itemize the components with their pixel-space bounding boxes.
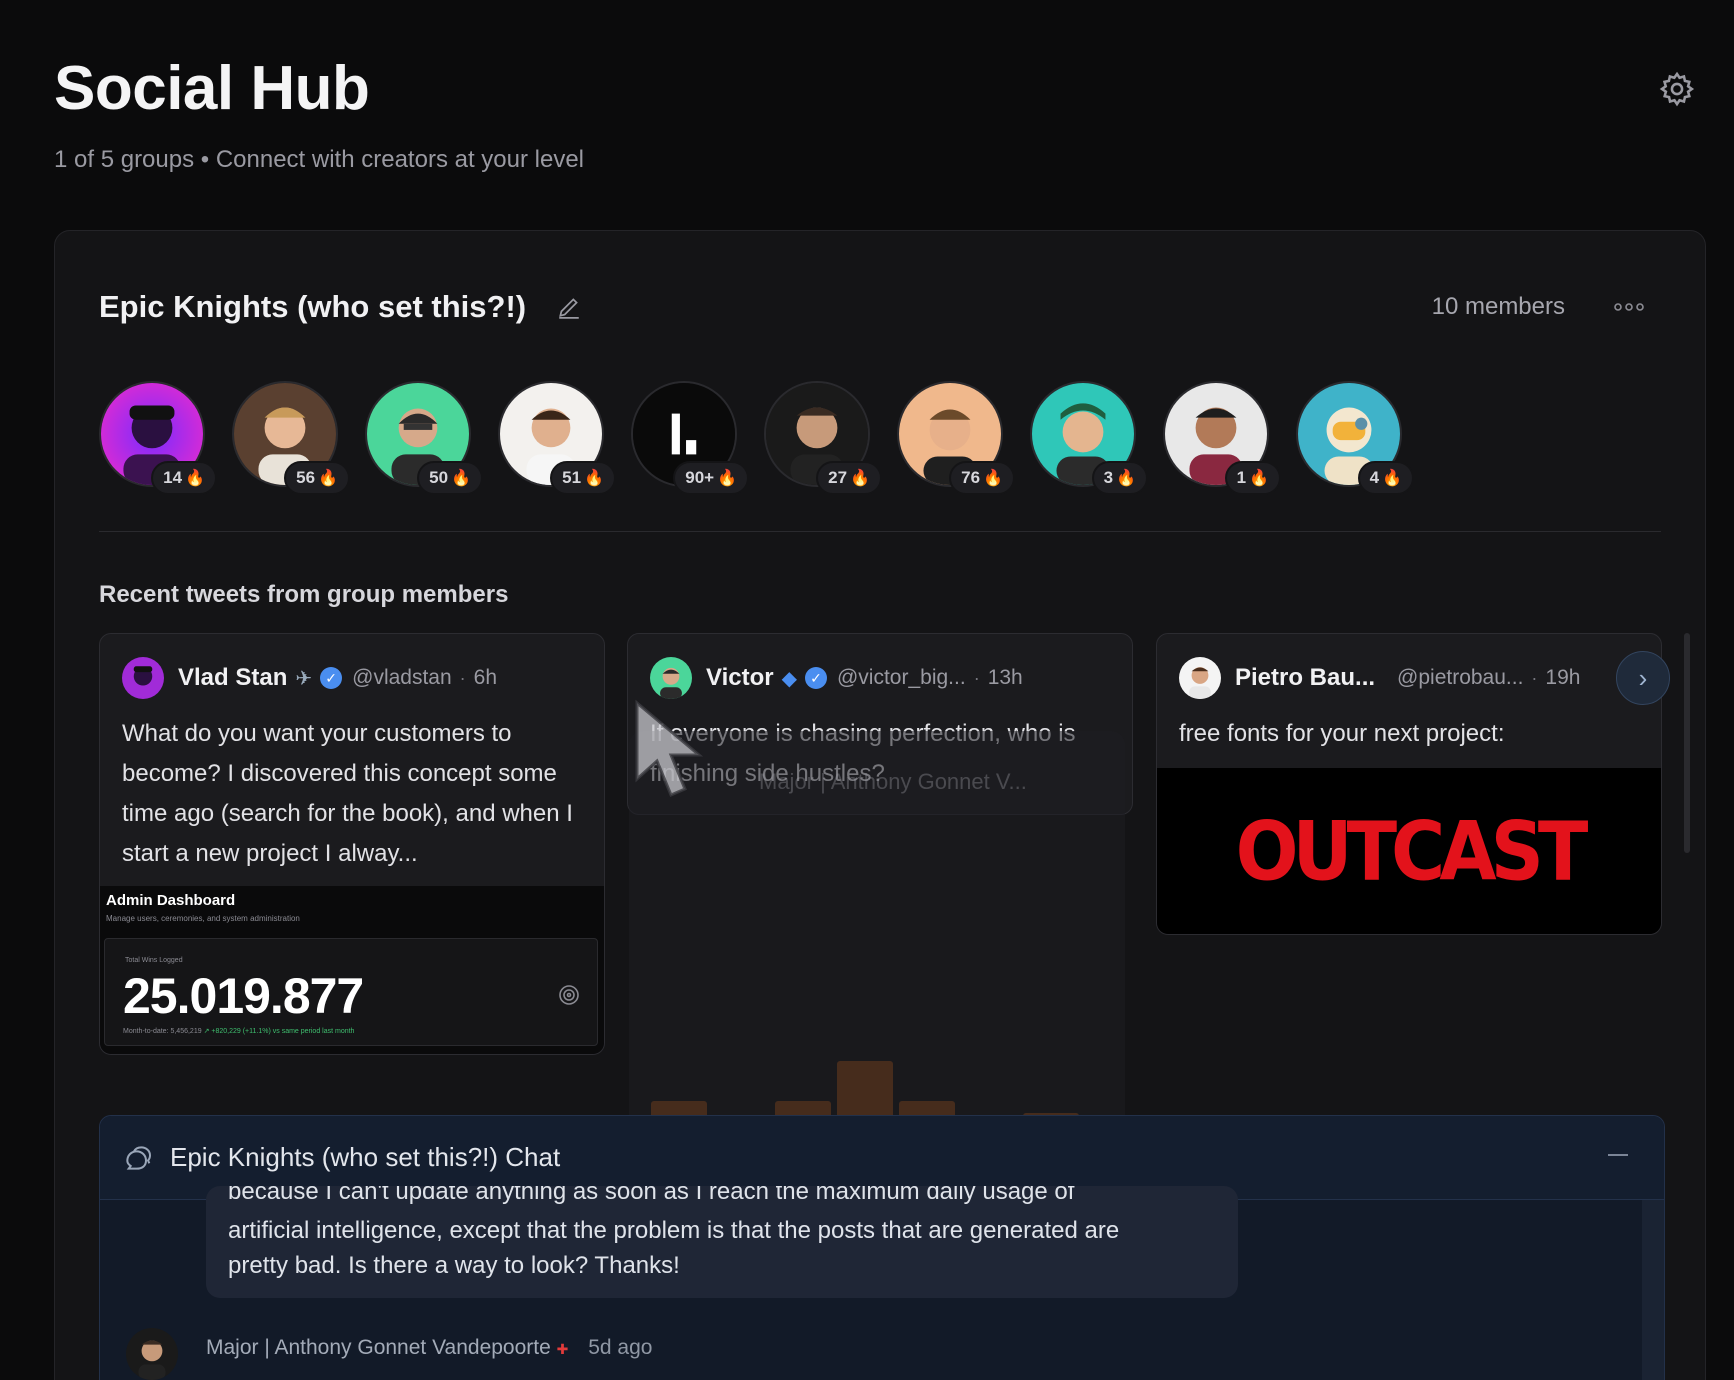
streak-badge: 51 🔥 [550, 461, 616, 495]
streak-badge: 3 🔥 [1091, 461, 1148, 495]
member-avatar[interactable]: 27 🔥 [764, 381, 882, 495]
member-avatar[interactable]: 1 🔥 [1163, 381, 1281, 495]
page-subtitle: 1 of 5 groups • Connect with creators at… [54, 146, 585, 173]
member-avatar[interactable]: 56 🔥 [232, 381, 350, 495]
member-avatar[interactable]: 50 🔥 [365, 381, 483, 495]
page-header: Social Hub 1 of 5 groups • Connect with … [54, 58, 584, 174]
tweet-header: Vlad Stan ✈ ✓ @vladstan · 6h [100, 634, 604, 700]
chevron-right-icon: › [1638, 662, 1648, 693]
member-avatar[interactable]: 4 🔥 [1296, 381, 1414, 495]
dashboard-metric-card: Total Wins Logged 25.019.877 Month-to-da… [104, 938, 598, 1046]
metric-label: Total Wins Logged [125, 957, 183, 964]
flame-icon: 🔥 [451, 470, 471, 487]
tweet-author-name[interactable]: Vlad Stan [178, 664, 287, 692]
pencil-icon[interactable] [556, 294, 582, 320]
group-header: Epic Knights (who set this?!) 10 members [99, 287, 1655, 327]
tweet-header: Pietro Bau... @pietrobau... · 19h [1157, 634, 1661, 700]
streak-badge: 76 🔥 [949, 461, 1015, 495]
streak-badge: 14 🔥 [151, 461, 217, 495]
flame-icon: 🔥 [1249, 470, 1269, 487]
member-avatar-row: 14 🔥 56 🔥 50 🔥 51 🔥 90+ 🔥 27 🔥 76 🔥 3 🔥 … [99, 381, 1414, 495]
chat-message-time: 5d ago [588, 1336, 653, 1359]
avatar [122, 657, 164, 699]
flame-icon: 🔥 [1116, 470, 1136, 487]
target-icon [559, 985, 579, 1005]
group-chat-panel: Epic Knights (who set this?!) Chat becau… [99, 1115, 1665, 1380]
chat-scrollbar[interactable] [1642, 1200, 1664, 1380]
tweet-time: 6h [473, 666, 498, 689]
tweet-media-image[interactable]: OUTCAST [1157, 768, 1661, 934]
flame-icon: 🔥 [983, 470, 1003, 487]
tweet-text: What do you want your customers to becom… [122, 720, 573, 867]
tweet-text: free fonts for your next project: [1179, 720, 1505, 747]
group-card: Epic Knights (who set this?!) 10 members… [54, 230, 1706, 1380]
tweet-handle[interactable]: @pietrobau... [1397, 666, 1523, 690]
separator-dot: · [1531, 667, 1538, 688]
tweet-card[interactable]: Vlad Stan ✈ ✓ @vladstan · 6h What do you… [99, 633, 605, 1055]
verified-icon: ✓ [804, 667, 827, 689]
flame-icon: 🔥 [318, 470, 338, 487]
member-avatar[interactable]: 14 🔥 [99, 381, 217, 495]
streak-badge: 90+ 🔥 [673, 461, 749, 495]
more-options-icon[interactable] [1613, 297, 1645, 317]
avatar[interactable] [126, 1328, 178, 1380]
tweet-time: 19h [1545, 666, 1581, 689]
separator-dot: · [973, 667, 980, 688]
mouse-cursor-icon [635, 699, 704, 797]
verified-icon: ✓ [320, 667, 343, 689]
member-avatar[interactable]: 90+ 🔥 [631, 381, 749, 495]
chat-message-text: pretty bad. Is there a way to look? Than… [228, 1252, 680, 1279]
avatar [1179, 657, 1221, 699]
chat-message-text-partial: because I can't update anything as soon … [228, 1186, 1075, 1205]
metric-value: 25.019.877 [123, 968, 364, 1024]
chat-title: Epic Knights (who set this?!) Chat [170, 1142, 561, 1172]
streak-badge: 4 🔥 [1357, 461, 1414, 495]
divider [99, 531, 1661, 532]
flame-icon: 🔥 [1382, 470, 1402, 487]
streak-badge: 1 🔥 [1224, 461, 1281, 495]
flame-icon: 🔥 [717, 470, 737, 487]
group-name: Epic Knights (who set this?!) [99, 289, 527, 324]
dashboard-title: Admin Dashboard [106, 892, 236, 909]
recent-tweets-label: Recent tweets from group members [99, 581, 509, 608]
flame-icon: 🔥 [850, 470, 870, 487]
avatar [650, 657, 692, 699]
satellite-icon: ✈ [295, 667, 313, 690]
gear-icon[interactable] [1658, 70, 1696, 108]
chat-message-meta: Major | Anthony Gonnet Vandepoorte ✚ 5d … [206, 1336, 652, 1360]
members-count[interactable]: 10 members [1432, 293, 1565, 321]
flame-icon: 🔥 [584, 470, 604, 487]
streak-badge: 27 🔥 [816, 461, 882, 495]
chat-message-text: artificial intelligence, except that the… [228, 1217, 1120, 1244]
carousel-next-button[interactable]: › [1616, 651, 1670, 705]
member-avatar[interactable]: 51 🔥 [498, 381, 616, 495]
swiss-flag-icon: ✚ [556, 1341, 569, 1357]
cap-icon: ◆ [781, 667, 797, 690]
tweet-author-name[interactable]: Victor [706, 664, 774, 692]
streak-badge: 50 🔥 [417, 461, 483, 495]
chat-message-bubble: because I can't update anything as soon … [206, 1186, 1238, 1298]
carousel-scrollbar[interactable] [1684, 633, 1690, 853]
separator-dot: · [459, 667, 466, 688]
tweet-media-image[interactable]: Admin Dashboard Manage users, ceremonies… [100, 886, 604, 1054]
chat-messages: because I can't update anything as soon … [100, 1186, 1664, 1380]
outcast-logo: OUTCAST [1235, 804, 1589, 900]
tweet-handle[interactable]: @vladstan [352, 666, 452, 690]
dashboard-subtitle: Manage users, ceremonies, and system adm… [106, 914, 300, 923]
member-avatar[interactable]: 76 🔥 [897, 381, 1015, 495]
minimize-icon[interactable] [1608, 1154, 1628, 1156]
tweet-header: Victor ◆ ✓ @victor_big... · 13h [628, 634, 1132, 700]
tweet-author-name[interactable]: Pietro Bau... [1235, 664, 1375, 692]
streak-badge: 56 🔥 [284, 461, 350, 495]
tweet-card[interactable]: Pietro Bau... @pietrobau... · 19h free f… [1156, 633, 1662, 935]
metric-footnote: Month-to-date: 5,456,219 ↗ +820,229 (+11… [123, 1028, 355, 1035]
chat-bubbles-icon [126, 1145, 152, 1170]
tweet-time: 13h [987, 666, 1023, 689]
member-avatar[interactable]: 3 🔥 [1030, 381, 1148, 495]
tweet-handle[interactable]: @victor_big... [837, 666, 966, 690]
flame-icon: 🔥 [185, 470, 205, 487]
tooltip-member-name: Major | Anthony Gonnet V... [759, 769, 1027, 794]
page-title: Social Hub [54, 54, 370, 123]
chat-author-name[interactable]: Major | Anthony Gonnet Vandepoorte [206, 1336, 551, 1359]
